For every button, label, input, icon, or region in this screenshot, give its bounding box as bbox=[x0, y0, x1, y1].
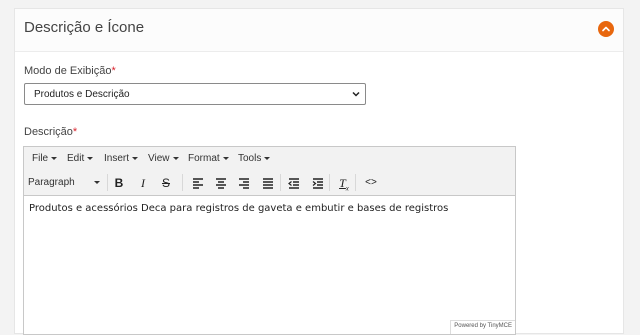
bold-icon[interactable]: B bbox=[112, 176, 126, 190]
menu-insert-label: Insert bbox=[104, 153, 130, 164]
strikethrough-icon[interactable]: S bbox=[159, 176, 173, 190]
required-marker: * bbox=[111, 65, 116, 77]
menu-view[interactable]: View bbox=[148, 153, 179, 164]
rich-text-editor: File Edit Insert View Format Tools Parag… bbox=[23, 146, 516, 335]
display-mode-label-text: Modo de Exibição bbox=[24, 65, 112, 77]
menu-file[interactable]: File bbox=[32, 153, 58, 164]
menu-tools-label: Tools bbox=[238, 153, 262, 164]
outdent-icon[interactable] bbox=[287, 176, 301, 190]
block-format-select[interactable]: Paragraph bbox=[28, 177, 75, 188]
display-mode-label: Modo de Exibição* bbox=[24, 65, 116, 77]
caret-down-icon bbox=[222, 156, 229, 160]
menu-tools[interactable]: Tools bbox=[238, 153, 271, 164]
caret-down-icon bbox=[172, 156, 179, 160]
caret-down-icon bbox=[264, 156, 271, 160]
panel-title: Descrição e Ícone bbox=[24, 19, 145, 36]
toolbar-divider bbox=[182, 174, 183, 191]
panel-header[interactable]: Descrição e Ícone bbox=[15, 9, 623, 52]
toolbar-divider bbox=[280, 174, 281, 191]
align-justify-icon[interactable] bbox=[261, 176, 275, 190]
caret-down-icon bbox=[51, 156, 58, 160]
description-icon-panel: Descrição e Ícone Modo de Exibição* Prod… bbox=[14, 8, 624, 335]
menu-edit[interactable]: Edit bbox=[67, 153, 94, 164]
description-label: Descrição* bbox=[24, 126, 77, 138]
toolbar-divider bbox=[107, 174, 108, 191]
menu-file-label: File bbox=[32, 153, 49, 164]
align-center-icon[interactable] bbox=[214, 176, 228, 190]
caret-down-icon bbox=[132, 156, 139, 160]
source-code-icon[interactable]: <> bbox=[364, 176, 378, 190]
italic-icon[interactable]: I bbox=[136, 176, 150, 190]
toolbar-divider bbox=[355, 174, 356, 191]
caret-down-icon bbox=[87, 156, 94, 160]
align-right-icon[interactable] bbox=[237, 176, 251, 190]
clear-formatting-icon[interactable]: Tx bbox=[337, 176, 351, 192]
menu-format[interactable]: Format bbox=[188, 153, 229, 164]
indent-icon[interactable] bbox=[311, 176, 325, 190]
description-label-text: Descrição bbox=[24, 126, 73, 138]
align-left-icon[interactable] bbox=[191, 176, 205, 190]
menu-insert[interactable]: Insert bbox=[104, 153, 139, 164]
required-marker: * bbox=[72, 126, 78, 138]
collapse-button[interactable] bbox=[598, 21, 614, 37]
menu-view-label: View bbox=[148, 153, 170, 164]
chevron-up-icon bbox=[602, 26, 610, 32]
chevron-down-icon bbox=[352, 91, 360, 97]
editor-toolbar: Paragraph B I S Tx <> bbox=[24, 171, 515, 196]
display-mode-select[interactable]: Produtos e Descrição bbox=[24, 83, 366, 105]
page-gutter bbox=[0, 0, 14, 334]
powered-by-label[interactable]: Powered by TinyMCE bbox=[450, 320, 515, 334]
menu-edit-label: Edit bbox=[67, 153, 85, 164]
caret-down-icon bbox=[94, 181, 100, 184]
toolbar-divider bbox=[329, 174, 330, 191]
editor-menubar: File Edit Insert View Format Tools bbox=[24, 147, 515, 171]
display-mode-selected-value: Produtos e Descrição bbox=[34, 89, 130, 100]
menu-format-label: Format bbox=[188, 153, 220, 164]
editor-content[interactable]: Produtos e acessórios Deca para registro… bbox=[29, 203, 448, 214]
